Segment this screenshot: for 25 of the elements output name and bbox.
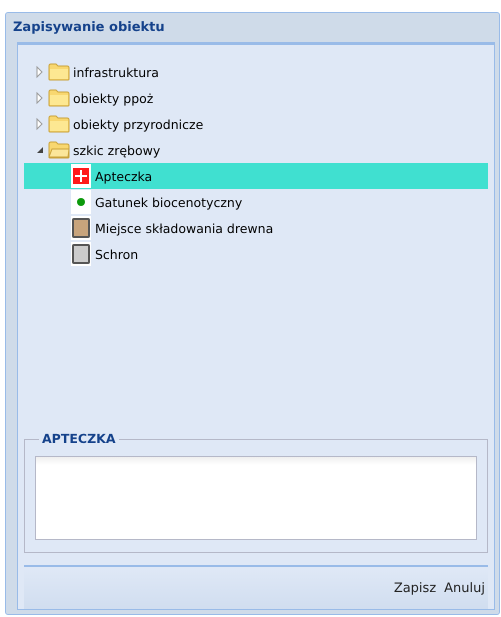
tree-label: Apteczka (95, 168, 152, 184)
window-title: Zapisywanie obiektu (12, 19, 166, 37)
tree-node[interactable]: szkic zrębowy (24, 137, 488, 163)
tree-label: Schron (95, 246, 138, 262)
folder-icon (48, 63, 70, 81)
tree-label: obiekty ppoż (73, 90, 154, 106)
folder-icon (48, 141, 70, 159)
tree-label: szkic zrębowy (73, 142, 160, 158)
folder-icon (48, 115, 70, 133)
tree-label: obiekty przyrodnicze (73, 116, 204, 132)
tree-node[interactable]: Apteczka (24, 163, 488, 189)
tree-node[interactable]: Schron (24, 241, 488, 267)
text-area[interactable] (35, 456, 477, 540)
tree-node[interactable]: obiekty przyrodnicze (24, 111, 488, 137)
tree-label: Miejsce składowania drewna (95, 220, 274, 236)
fieldset-legend: APTECZKA (39, 431, 118, 446)
tree-node[interactable]: Miejsce składowania drewna (24, 215, 488, 241)
folder-icon (48, 89, 70, 107)
tree-node[interactable]: Gatunek biocenotyczny (24, 189, 488, 215)
dialog-button[interactable]: Anuluj (443, 578, 486, 598)
dialog-button[interactable]: Zapisz (392, 578, 438, 598)
tree-label: infrastruktura (73, 64, 159, 80)
tree-node[interactable]: obiekty ppoż (24, 85, 488, 111)
tree-node[interactable]: infrastruktura (24, 59, 488, 85)
tree-label: Gatunek biocenotyczny (95, 194, 242, 210)
